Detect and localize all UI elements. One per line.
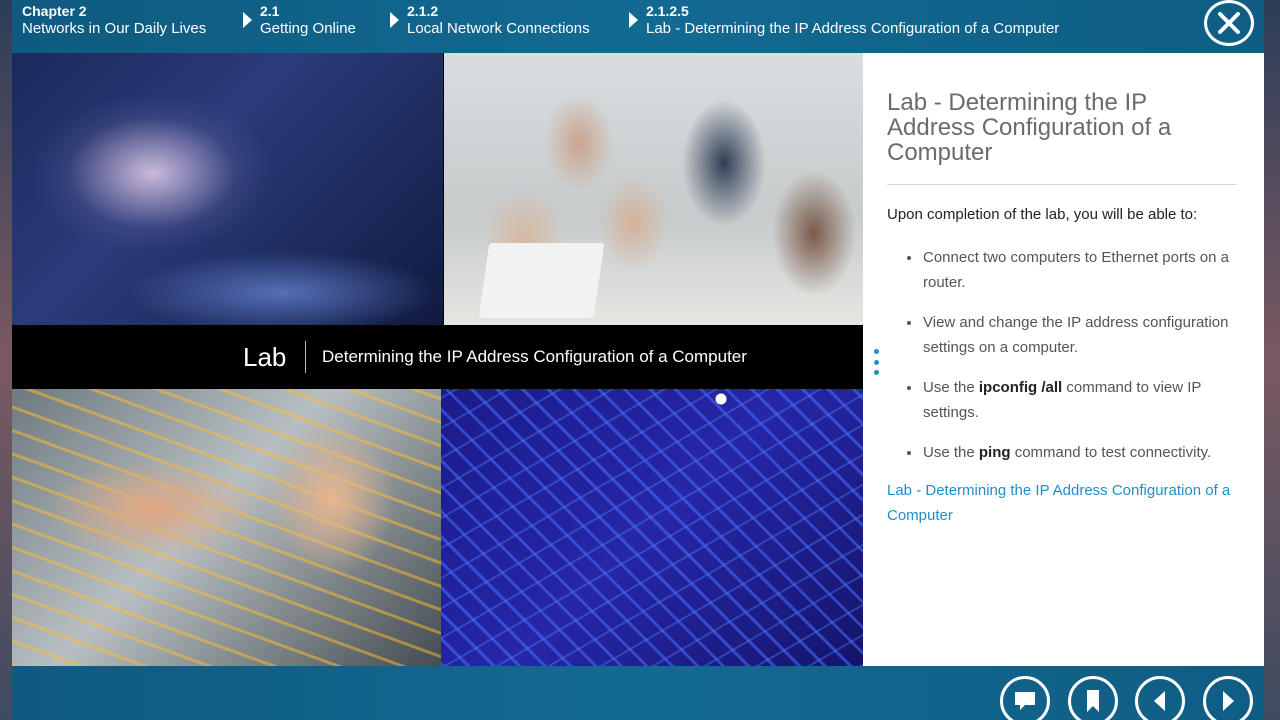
objective-text: command to test connectivity. [1010, 444, 1212, 461]
objectives-list: Connect two computers to Ethernet ports … [887, 245, 1242, 480]
objective-text: Connect two computers to Ethernet ports … [923, 249, 1229, 291]
breadcrumb-separator-icon [629, 12, 638, 28]
breadcrumb-chapter-label: Networks in Our Daily Lives [22, 20, 207, 37]
bottom-toolbar [12, 666, 1264, 720]
objective-command: ping [978, 444, 1011, 461]
next-arrow-icon [1223, 691, 1234, 711]
bookmark-button[interactable] [1068, 676, 1118, 720]
computer-hardware-image [12, 389, 441, 666]
breadcrumb-section-label: Getting Online [260, 20, 356, 37]
comment-icon [1015, 692, 1035, 710]
lab-document-link[interactable]: Lab - Determining the IP Address Configu… [887, 478, 1242, 528]
panel-title: Lab - Determining the IP Address Configu… [887, 89, 1172, 166]
list-item: Connect two computers to Ethernet ports … [887, 245, 1242, 295]
resize-handle[interactable] [872, 349, 880, 375]
lab-media: Lab Determining the IP Address Configura… [12, 53, 863, 666]
lab-band-title: Determining the IP Address Configuration… [322, 347, 747, 366]
breadcrumb-topic[interactable]: 2.1.2.5 Lab - Determining the IP Address… [646, 2, 1059, 38]
circuit-board-image [441, 389, 863, 666]
close-icon [1218, 12, 1240, 34]
handle-dot [873, 349, 879, 354]
objective-text: View and change the IP address configura… [923, 314, 1229, 356]
panel-divider [887, 184, 1237, 185]
handle-dot [873, 359, 879, 365]
breadcrumb-subsection-label: Local Network Connections [407, 20, 590, 37]
students-laptop-image [444, 53, 863, 325]
content-panel: Lab - Determining the IP Address Configu… [887, 53, 1242, 666]
close-button[interactable] [1204, 0, 1254, 46]
previous-button[interactable] [1135, 676, 1185, 720]
comment-button[interactable] [1000, 676, 1050, 720]
previous-arrow-icon [1154, 691, 1165, 711]
main-content: Lab Determining the IP Address Configura… [12, 53, 1264, 666]
breadcrumb-section-number: 2.1 [260, 3, 280, 19]
objective-text: Use the [923, 444, 979, 461]
laptop-shape [478, 243, 605, 318]
background-left-strip [0, 0, 12, 720]
breadcrumb: Chapter 2 Networks in Our Daily Lives 2.… [12, 0, 1264, 53]
list-item: Use the ipconfig /all command to view IP… [887, 375, 1242, 425]
objective-text: Use the [923, 379, 979, 396]
objective-command: ipconfig /all [978, 379, 1063, 396]
next-button[interactable] [1203, 676, 1253, 720]
breadcrumb-chapter-number: Chapter 2 [22, 3, 87, 19]
breadcrumb-topic-number: 2.1.2.5 [646, 3, 689, 19]
breadcrumb-separator-icon [390, 12, 399, 28]
tablet-touch-image [12, 53, 443, 325]
breadcrumb-subsection[interactable]: 2.1.2 Local Network Connections [407, 2, 590, 38]
breadcrumb-topic-label: Lab - Determining the IP Address Configu… [646, 20, 1060, 37]
lab-title-band: Lab Determining the IP Address Configura… [12, 325, 863, 389]
background-right-strip [1264, 0, 1280, 720]
band-divider [305, 341, 306, 373]
list-item: Use the ping command to test connectivit… [887, 440, 1242, 465]
handle-dot [873, 370, 879, 375]
list-item: View and change the IP address configura… [887, 310, 1242, 360]
lab-label: Lab [243, 341, 287, 372]
breadcrumb-separator-icon [243, 12, 252, 28]
bookmark-icon [1087, 690, 1099, 712]
objectives-intro: Upon completion of the lab, you will be … [887, 206, 1198, 223]
breadcrumb-section[interactable]: 2.1 Getting Online [260, 2, 356, 38]
breadcrumb-subsection-number: 2.1.2 [407, 3, 439, 19]
breadcrumb-chapter[interactable]: Chapter 2 Networks in Our Daily Lives [22, 2, 206, 38]
